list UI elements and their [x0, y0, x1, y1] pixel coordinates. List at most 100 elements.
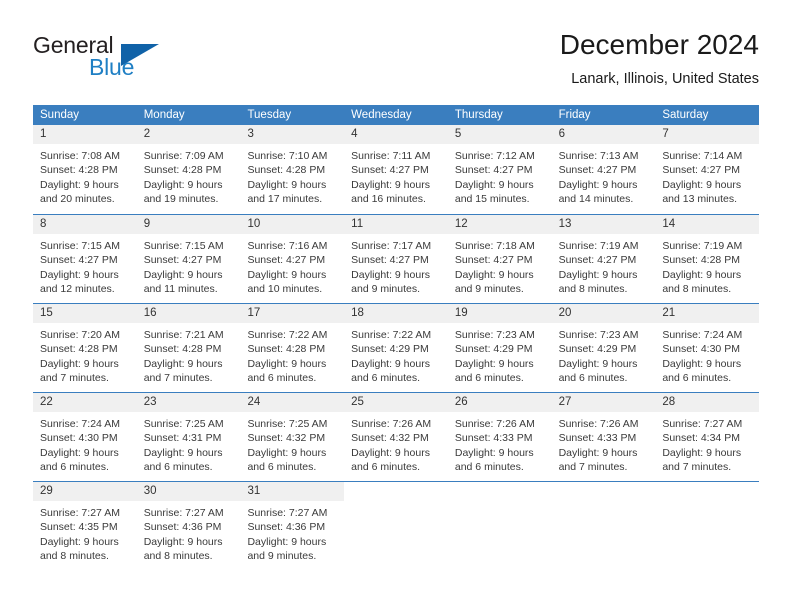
day-cell[interactable]: 7 Sunrise: 7:14 AM Sunset: 4:27 PM Daylight…	[655, 125, 760, 214]
sunset-text: Sunset: 4:28 PM	[40, 343, 118, 356]
day-number: 18	[344, 304, 448, 323]
weekday-header-saturday: Saturday	[662, 109, 709, 121]
page-header: General Blue December 2024 Lanark, Illin…	[33, 28, 759, 94]
day-number: 26	[447, 393, 552, 412]
day-cell[interactable]: 5 Sunrise: 7:12 AM Sunset: 4:27 PM Daylight…	[447, 125, 552, 214]
week-row: 22 Sunrise: 7:24 AM Sunset: 4:30 PM Dayligh…	[33, 392, 760, 481]
daylight-text-line2: and 7 minutes.	[143, 371, 213, 384]
day-cell[interactable]: 17 Sunrise: 7:22 AM Sunset: 4:28 PM Dayligh…	[240, 304, 345, 392]
sunrise-text: Sunrise: 7:16 AM	[247, 240, 328, 252]
day-cell[interactable]: 31 Sunrise: 7:27 AM Sunset: 4:36 PM Dayligh…	[240, 482, 345, 570]
daylight-text-line2: and 7 minutes.	[662, 460, 732, 473]
day-cell[interactable]: 6 Sunrise: 7:13 AM Sunset: 4:27 PM Daylight…	[551, 125, 656, 214]
day-cell[interactable]: 13 Sunrise: 7:19 AM Sunset: 4:27 PM Dayligh…	[551, 215, 656, 303]
daylight-text-line2: and 6 minutes.	[247, 371, 317, 384]
day-cell[interactable]: 9 Sunrise: 7:15 AM Sunset: 4:27 PM Daylight…	[136, 215, 241, 303]
sunrise-text: Sunrise: 7:12 AM	[454, 150, 535, 162]
calendar-page: General Blue December 2024 Lanark, Illin…	[0, 0, 792, 612]
daylight-text-line2: and 10 minutes.	[247, 282, 323, 295]
day-cell[interactable]: 29 Sunrise: 7:27 AM Sunset: 4:35 PM Dayligh…	[33, 482, 137, 570]
daylight-text-line1: Daylight: 9 hours	[143, 535, 223, 548]
daylight-text-line1: Daylight: 9 hours	[454, 357, 534, 370]
sunset-text: Sunset: 4:27 PM	[662, 164, 740, 177]
sunset-text: Sunset: 4:34 PM	[662, 432, 740, 445]
day-info: Sunrise: 7:25 AM Sunset: 4:32 PM Daylight:…	[240, 412, 344, 474]
day-cell[interactable]: 16 Sunrise: 7:21 AM Sunset: 4:28 PM Dayligh…	[136, 304, 241, 392]
daylight-text-line2: and 6 minutes.	[558, 371, 628, 384]
sunset-text: Sunset: 4:28 PM	[143, 164, 222, 177]
daylight-text-line2: and 8 minutes.	[40, 549, 109, 562]
day-cell[interactable]: 26 Sunrise: 7:26 AM Sunset: 4:33 PM Dayligh…	[447, 393, 552, 481]
day-cell[interactable]: 25 Sunrise: 7:26 AM Sunset: 4:32 PM Dayligh…	[344, 393, 448, 481]
daylight-text-line1: Daylight: 9 hours	[351, 268, 430, 281]
sunset-text: Sunset: 4:29 PM	[351, 343, 429, 356]
day-info: Sunrise: 7:22 AM Sunset: 4:28 PM Daylight:…	[240, 323, 344, 385]
weekday-header-thursday: Thursday	[454, 109, 503, 121]
day-cell[interactable]: 10 Sunrise: 7:16 AM Sunset: 4:27 PM Dayligh…	[240, 215, 345, 303]
sunset-text: Sunset: 4:29 PM	[558, 343, 637, 356]
daylight-text-line2: and 11 minutes.	[143, 282, 218, 295]
day-cell[interactable]: 1 Sunrise: 7:08 AM Sunset: 4:28 PM Daylight…	[33, 125, 137, 214]
daylight-text-line2: and 6 minutes.	[247, 460, 317, 473]
sunrise-text: Sunrise: 7:19 AM	[558, 240, 639, 252]
day-cell[interactable]: 11 Sunrise: 7:17 AM Sunset: 4:27 PM Dayligh…	[344, 215, 448, 303]
day-cell[interactable]: 18 Sunrise: 7:22 AM Sunset: 4:29 PM Dayligh…	[344, 304, 448, 392]
page-title: December 2024	[559, 29, 759, 60]
daylight-text-line2: and 8 minutes.	[662, 282, 732, 295]
day-number: 23	[136, 393, 241, 412]
daylight-text-line2: and 6 minutes.	[351, 460, 421, 473]
daylight-text-line1: Daylight: 9 hours	[40, 178, 119, 191]
daylight-text-line1: Daylight: 9 hours	[247, 357, 327, 370]
brand-logo[interactable]: General Blue	[33, 32, 203, 88]
day-number: 17	[240, 304, 345, 323]
day-number: 29	[33, 482, 137, 501]
sunset-text: Sunset: 4:36 PM	[143, 521, 222, 534]
day-cell[interactable]: 30 Sunrise: 7:27 AM Sunset: 4:36 PM Dayligh…	[136, 482, 241, 570]
daylight-text-line1: Daylight: 9 hours	[558, 178, 638, 191]
day-info: Sunrise: 7:19 AM Sunset: 4:27 PM Daylight:…	[552, 234, 656, 296]
brand-name-blue: Blue	[89, 54, 135, 80]
day-cell[interactable]: 4 Sunrise: 7:11 AM Sunset: 4:27 PM Daylight…	[344, 125, 448, 214]
sunrise-text: Sunrise: 7:15 AM	[143, 240, 224, 252]
day-cell[interactable]: 2 Sunrise: 7:09 AM Sunset: 4:28 PM Daylight…	[136, 125, 241, 214]
day-cell[interactable]: 15 Sunrise: 7:20 AM Sunset: 4:28 PM Dayligh…	[33, 304, 137, 392]
day-cell-empty	[448, 482, 552, 570]
day-cell[interactable]: 21 Sunrise: 7:24 AM Sunset: 4:30 PM Dayligh…	[655, 304, 760, 392]
sunrise-text: Sunrise: 7:27 AM	[247, 507, 328, 519]
daylight-text-line2: and 6 minutes.	[143, 460, 213, 473]
daylight-text-line2: and 6 minutes.	[40, 460, 109, 473]
sunrise-text: Sunrise: 7:25 AM	[143, 418, 224, 430]
sunset-text: Sunset: 4:28 PM	[143, 343, 222, 356]
day-info: Sunrise: 7:27 AM Sunset: 4:35 PM Daylight:…	[33, 501, 137, 563]
day-cell[interactable]: 28 Sunrise: 7:27 AM Sunset: 4:34 PM Dayligh…	[655, 393, 760, 481]
daylight-text-line1: Daylight: 9 hours	[40, 357, 119, 370]
daylight-text-line2: and 19 minutes.	[143, 192, 219, 205]
day-cell[interactable]: 14 Sunrise: 7:19 AM Sunset: 4:28 PM Dayligh…	[655, 215, 760, 303]
day-number: 21	[655, 304, 760, 323]
daylight-text-line2: and 8 minutes.	[558, 282, 628, 295]
sunrise-text: Sunrise: 7:24 AM	[662, 329, 743, 341]
week-row: 15 Sunrise: 7:20 AM Sunset: 4:28 PM Dayligh…	[33, 303, 760, 392]
daylight-text-line1: Daylight: 9 hours	[662, 446, 742, 459]
daylight-text-line1: Daylight: 9 hours	[143, 357, 223, 370]
day-number: 2	[136, 125, 241, 144]
day-cell[interactable]: 3 Sunrise: 7:10 AM Sunset: 4:28 PM Daylight…	[240, 125, 345, 214]
day-cell[interactable]: 24 Sunrise: 7:25 AM Sunset: 4:32 PM Dayligh…	[240, 393, 345, 481]
sunset-text: Sunset: 4:32 PM	[247, 432, 326, 445]
daylight-text-line1: Daylight: 9 hours	[351, 446, 430, 459]
day-info: Sunrise: 7:26 AM Sunset: 4:33 PM Daylight:…	[448, 412, 552, 474]
day-info: Sunrise: 7:15 AM Sunset: 4:27 PM Daylight:…	[33, 234, 137, 296]
page-subtitle: Lanark, Illinois, United States	[571, 71, 759, 87]
day-info: Sunrise: 7:24 AM Sunset: 4:30 PM Daylight:…	[33, 412, 137, 474]
sunset-text: Sunset: 4:36 PM	[247, 521, 326, 534]
day-cell[interactable]: 20 Sunrise: 7:23 AM Sunset: 4:29 PM Dayligh…	[551, 304, 656, 392]
day-cell[interactable]: 27 Sunrise: 7:26 AM Sunset: 4:33 PM Dayligh…	[551, 393, 656, 481]
day-cell[interactable]: 12 Sunrise: 7:18 AM Sunset: 4:27 PM Dayligh…	[447, 215, 552, 303]
day-info: Sunrise: 7:08 AM Sunset: 4:28 PM Daylight:…	[33, 144, 137, 206]
day-cell[interactable]: 22 Sunrise: 7:24 AM Sunset: 4:30 PM Dayligh…	[33, 393, 137, 481]
day-cell[interactable]: 19 Sunrise: 7:23 AM Sunset: 4:29 PM Dayligh…	[447, 304, 552, 392]
day-cell[interactable]: 23 Sunrise: 7:25 AM Sunset: 4:31 PM Dayligh…	[136, 393, 241, 481]
day-number: 15	[33, 304, 137, 323]
sunset-text: Sunset: 4:30 PM	[662, 343, 740, 356]
day-cell[interactable]: 8 Sunrise: 7:15 AM Sunset: 4:27 PM Daylight…	[33, 215, 137, 303]
